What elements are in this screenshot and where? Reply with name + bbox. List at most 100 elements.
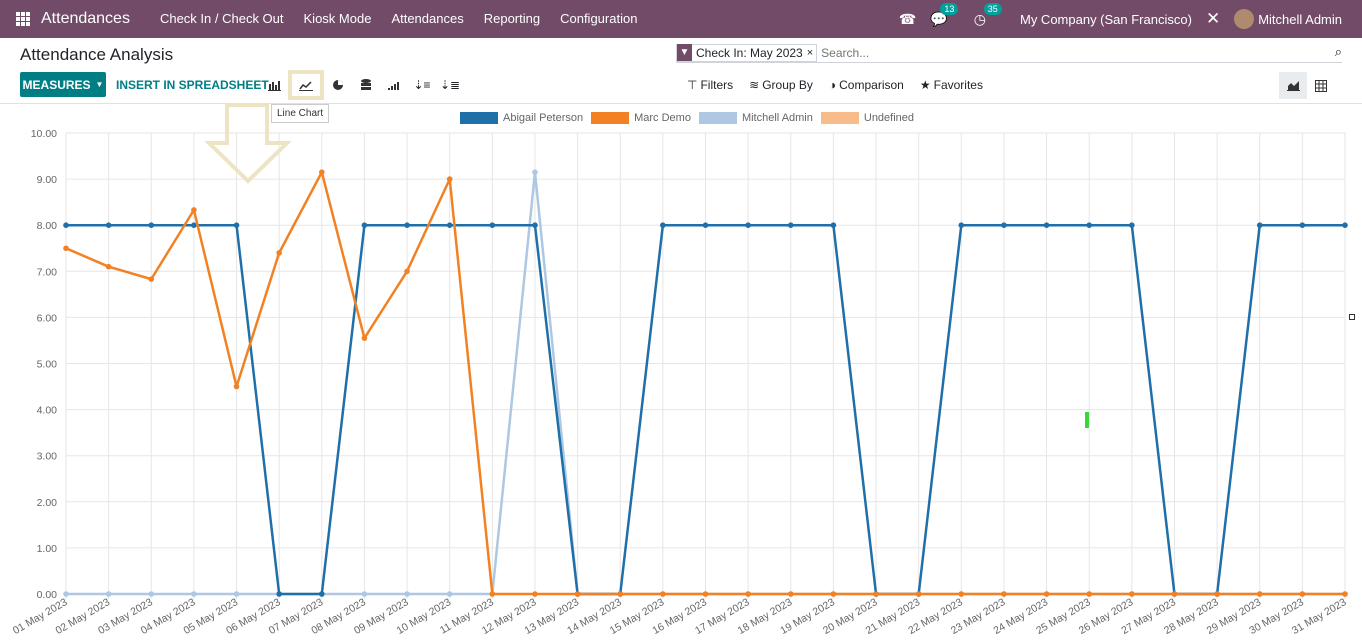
data-point xyxy=(276,250,282,256)
search-input[interactable] xyxy=(821,45,1302,60)
menu-item-configuration[interactable]: Configuration xyxy=(550,0,647,38)
down-arrow-annotation xyxy=(205,103,291,184)
line-chart-icon xyxy=(299,80,313,91)
user-menu[interactable]: Mitchell Admin xyxy=(1234,9,1342,29)
data-point xyxy=(446,222,453,228)
menu-item-attendances[interactable]: Attendances xyxy=(381,0,473,38)
data-point xyxy=(63,591,69,597)
apps-menu-icon[interactable] xyxy=(16,12,30,26)
data-point xyxy=(958,591,965,597)
chart-legend: Abigail Peterson Marc Demo Mitchell Admi… xyxy=(460,112,914,124)
favorites-dropdown[interactable]: ★ Favorites xyxy=(920,78,983,92)
database-icon xyxy=(361,79,371,90)
data-point xyxy=(446,591,453,597)
facet-remove-icon[interactable]: × xyxy=(807,47,816,59)
legend-label: Mitchell Admin xyxy=(741,112,813,124)
data-point xyxy=(873,591,879,597)
legend-label: Marc Demo xyxy=(634,112,691,124)
data-point xyxy=(1043,591,1050,597)
data-point xyxy=(1129,222,1135,228)
data-point xyxy=(63,222,69,228)
data-point xyxy=(1043,222,1050,228)
activities-icon[interactable]: ◷ 35 xyxy=(974,2,1002,28)
data-point xyxy=(915,591,922,597)
data-point xyxy=(660,222,666,228)
measures-label: MEASURES xyxy=(22,77,91,92)
pie-chart-button[interactable] xyxy=(324,74,352,96)
data-point xyxy=(1001,222,1007,228)
top-navbar: Attendances Check In / Check Out Kiosk M… xyxy=(0,0,1362,38)
page-title: Attendance Analysis xyxy=(20,45,174,64)
insert-in-spreadsheet-button[interactable]: INSERT IN SPREADSHEET xyxy=(116,78,269,92)
sort-ascending-icon: ⇣≣ xyxy=(439,78,461,92)
sort-descending-button[interactable]: ⇣≡ xyxy=(408,74,436,96)
app-name[interactable]: Attendances xyxy=(41,10,130,28)
search-facet[interactable]: ▼ Check In: May 2023 × xyxy=(676,43,818,62)
y-tick-label: 3.00 xyxy=(37,451,58,463)
data-point xyxy=(532,169,538,175)
pie-chart-icon xyxy=(333,80,343,90)
y-tick-label: 4.00 xyxy=(37,405,58,417)
company-switcher[interactable]: My Company (San Francisco) xyxy=(1020,12,1192,27)
graph-view-button[interactable] xyxy=(1279,72,1307,99)
data-point xyxy=(1256,222,1263,228)
graph-area: 0.00 1.00 2.00 3.00 4.00 5.00 6.00 7.00 8.00 9.00… xyxy=(0,105,1362,641)
filters-dropdown[interactable]: ⊤ Filters xyxy=(687,78,733,92)
legend-label: Undefined xyxy=(863,112,915,124)
data-point xyxy=(361,591,368,597)
y-tick-label: 1.00 xyxy=(37,543,58,555)
pivot-view-button[interactable] xyxy=(1307,72,1335,99)
legend-item-marc[interactable]: Marc Demo xyxy=(591,112,691,124)
phone-icon[interactable]: ☎ xyxy=(899,11,916,28)
measures-button[interactable]: MEASURES ▼ xyxy=(20,72,106,97)
graph-mode-toolbar: ⇣≡ ⇣≣ xyxy=(260,70,464,100)
data-point xyxy=(1299,222,1306,228)
data-point xyxy=(148,222,155,228)
view-switcher xyxy=(1279,72,1335,99)
user-name: Mitchell Admin xyxy=(1258,11,1342,27)
legend-swatch xyxy=(820,112,859,124)
data-point xyxy=(787,222,794,228)
messages-icon[interactable]: 💬 13 xyxy=(930,2,959,28)
filters-label: Filters xyxy=(700,78,734,92)
data-point xyxy=(787,591,794,597)
resize-handle[interactable] xyxy=(1349,314,1355,320)
data-point xyxy=(958,222,965,228)
legend-item-abigail[interactable]: Abigail Peterson xyxy=(460,112,583,124)
sort-ascending-button[interactable]: ⇣≣ xyxy=(436,74,464,96)
data-point xyxy=(191,207,197,213)
data-point xyxy=(233,591,240,597)
data-point xyxy=(702,222,709,228)
layers-icon: ≋ xyxy=(749,78,760,92)
cumulative-button[interactable] xyxy=(380,74,408,96)
data-point xyxy=(191,591,197,597)
cursor-marker xyxy=(1085,412,1089,428)
data-point xyxy=(745,591,751,597)
menu-item-kiosk-mode[interactable]: Kiosk Mode xyxy=(294,0,382,38)
y-tick-label: 10.00 xyxy=(31,128,57,140)
data-point xyxy=(319,169,325,175)
menu-item-check-in-out[interactable]: Check In / Check Out xyxy=(150,0,294,38)
data-point xyxy=(105,263,112,270)
menu-item-reporting[interactable]: Reporting xyxy=(474,0,550,38)
data-point xyxy=(404,268,410,275)
legend-item-mitchell[interactable]: Mitchell Admin xyxy=(698,112,813,124)
y-tick-label: 5.00 xyxy=(37,359,58,371)
comparison-dropdown[interactable]: ◑ Comparison xyxy=(829,78,904,92)
caret-down-icon: ▼ xyxy=(95,80,104,89)
group-by-dropdown[interactable]: ≋ Group By xyxy=(749,78,813,92)
legend-swatch xyxy=(460,112,498,124)
comparison-label: Comparison xyxy=(839,78,904,92)
stacked-button[interactable] xyxy=(352,74,380,96)
debug-tools-icon[interactable]: ✕ xyxy=(1206,9,1220,29)
line-chart-button[interactable] xyxy=(288,70,324,100)
y-tick-label: 0.00 xyxy=(37,589,58,601)
data-point xyxy=(830,222,837,228)
legend-item-undefined[interactable]: Undefined xyxy=(820,112,915,124)
navbar-systray: ☎ 💬 13 ◷ 35 My Company (San Francisco) ✕ M… xyxy=(899,0,1342,38)
data-point xyxy=(532,222,538,228)
search-icon[interactable]: ⌕ xyxy=(1335,44,1342,60)
filter-icon: ▼ xyxy=(677,44,692,61)
search-bar: ▼ Check In: May 2023 × ⌕ xyxy=(676,43,1342,63)
bar-chart-button[interactable] xyxy=(260,74,288,96)
